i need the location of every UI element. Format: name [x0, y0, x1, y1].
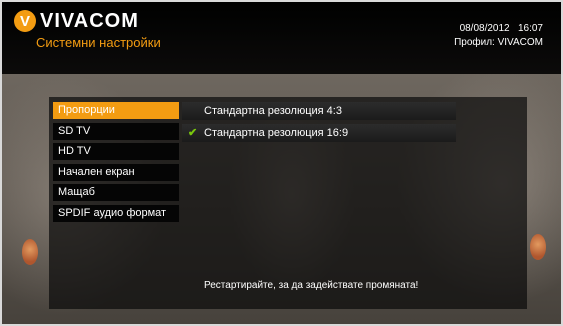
- menu-item-hd-tv[interactable]: HD TV: [53, 143, 179, 160]
- date-time: 08/08/2012 16:07: [460, 23, 543, 34]
- flower-right: [530, 234, 546, 260]
- settings-categories: Пропорции SD TV HD TV Начален екран Маща…: [53, 102, 179, 225]
- menu-item-scale[interactable]: Мащаб: [53, 184, 179, 201]
- time: 16:07: [517, 23, 543, 34]
- menu-item-spdif-audio[interactable]: SPDIF аудио формат: [53, 204, 179, 222]
- page-title: Системни настройки: [36, 35, 161, 50]
- option-label: Стандартна резолюция 16:9: [204, 127, 349, 139]
- header: V VIVACOM Системни настройки 08/08/2012 …: [2, 2, 561, 74]
- date: 08/08/2012: [459, 23, 510, 34]
- settings-panel: Пропорции SD TV HD TV Начален екран Маща…: [49, 97, 527, 309]
- logo-text: VIVACOM: [40, 9, 139, 32]
- logo-icon: V: [14, 10, 36, 32]
- option-sd-4-3[interactable]: Стандартна резолюция 4:3: [182, 102, 456, 120]
- menu-item-start-screen[interactable]: Начален екран: [53, 163, 179, 181]
- tv-screen: V VIVACOM Системни настройки 08/08/2012 …: [2, 2, 561, 324]
- restart-message: Рестартирайте, за да задействате промяна…: [204, 280, 419, 291]
- option-label: Стандартна резолюция 4:3: [204, 105, 342, 117]
- option-sd-16-9[interactable]: ✔ Стандартна резолюция 16:9: [182, 124, 456, 142]
- checkmark-icon: ✔: [188, 127, 198, 139]
- flower-left: [22, 239, 38, 265]
- profile-label: Профил: VIVACOM: [454, 37, 543, 48]
- menu-item-sd-tv[interactable]: SD TV: [53, 122, 179, 140]
- menu-item-aspect-ratio[interactable]: Пропорции: [53, 102, 179, 119]
- aspect-options: Стандартна резолюция 4:3 ✔ Стандартна ре…: [182, 102, 456, 146]
- logo: V VIVACOM: [14, 10, 139, 32]
